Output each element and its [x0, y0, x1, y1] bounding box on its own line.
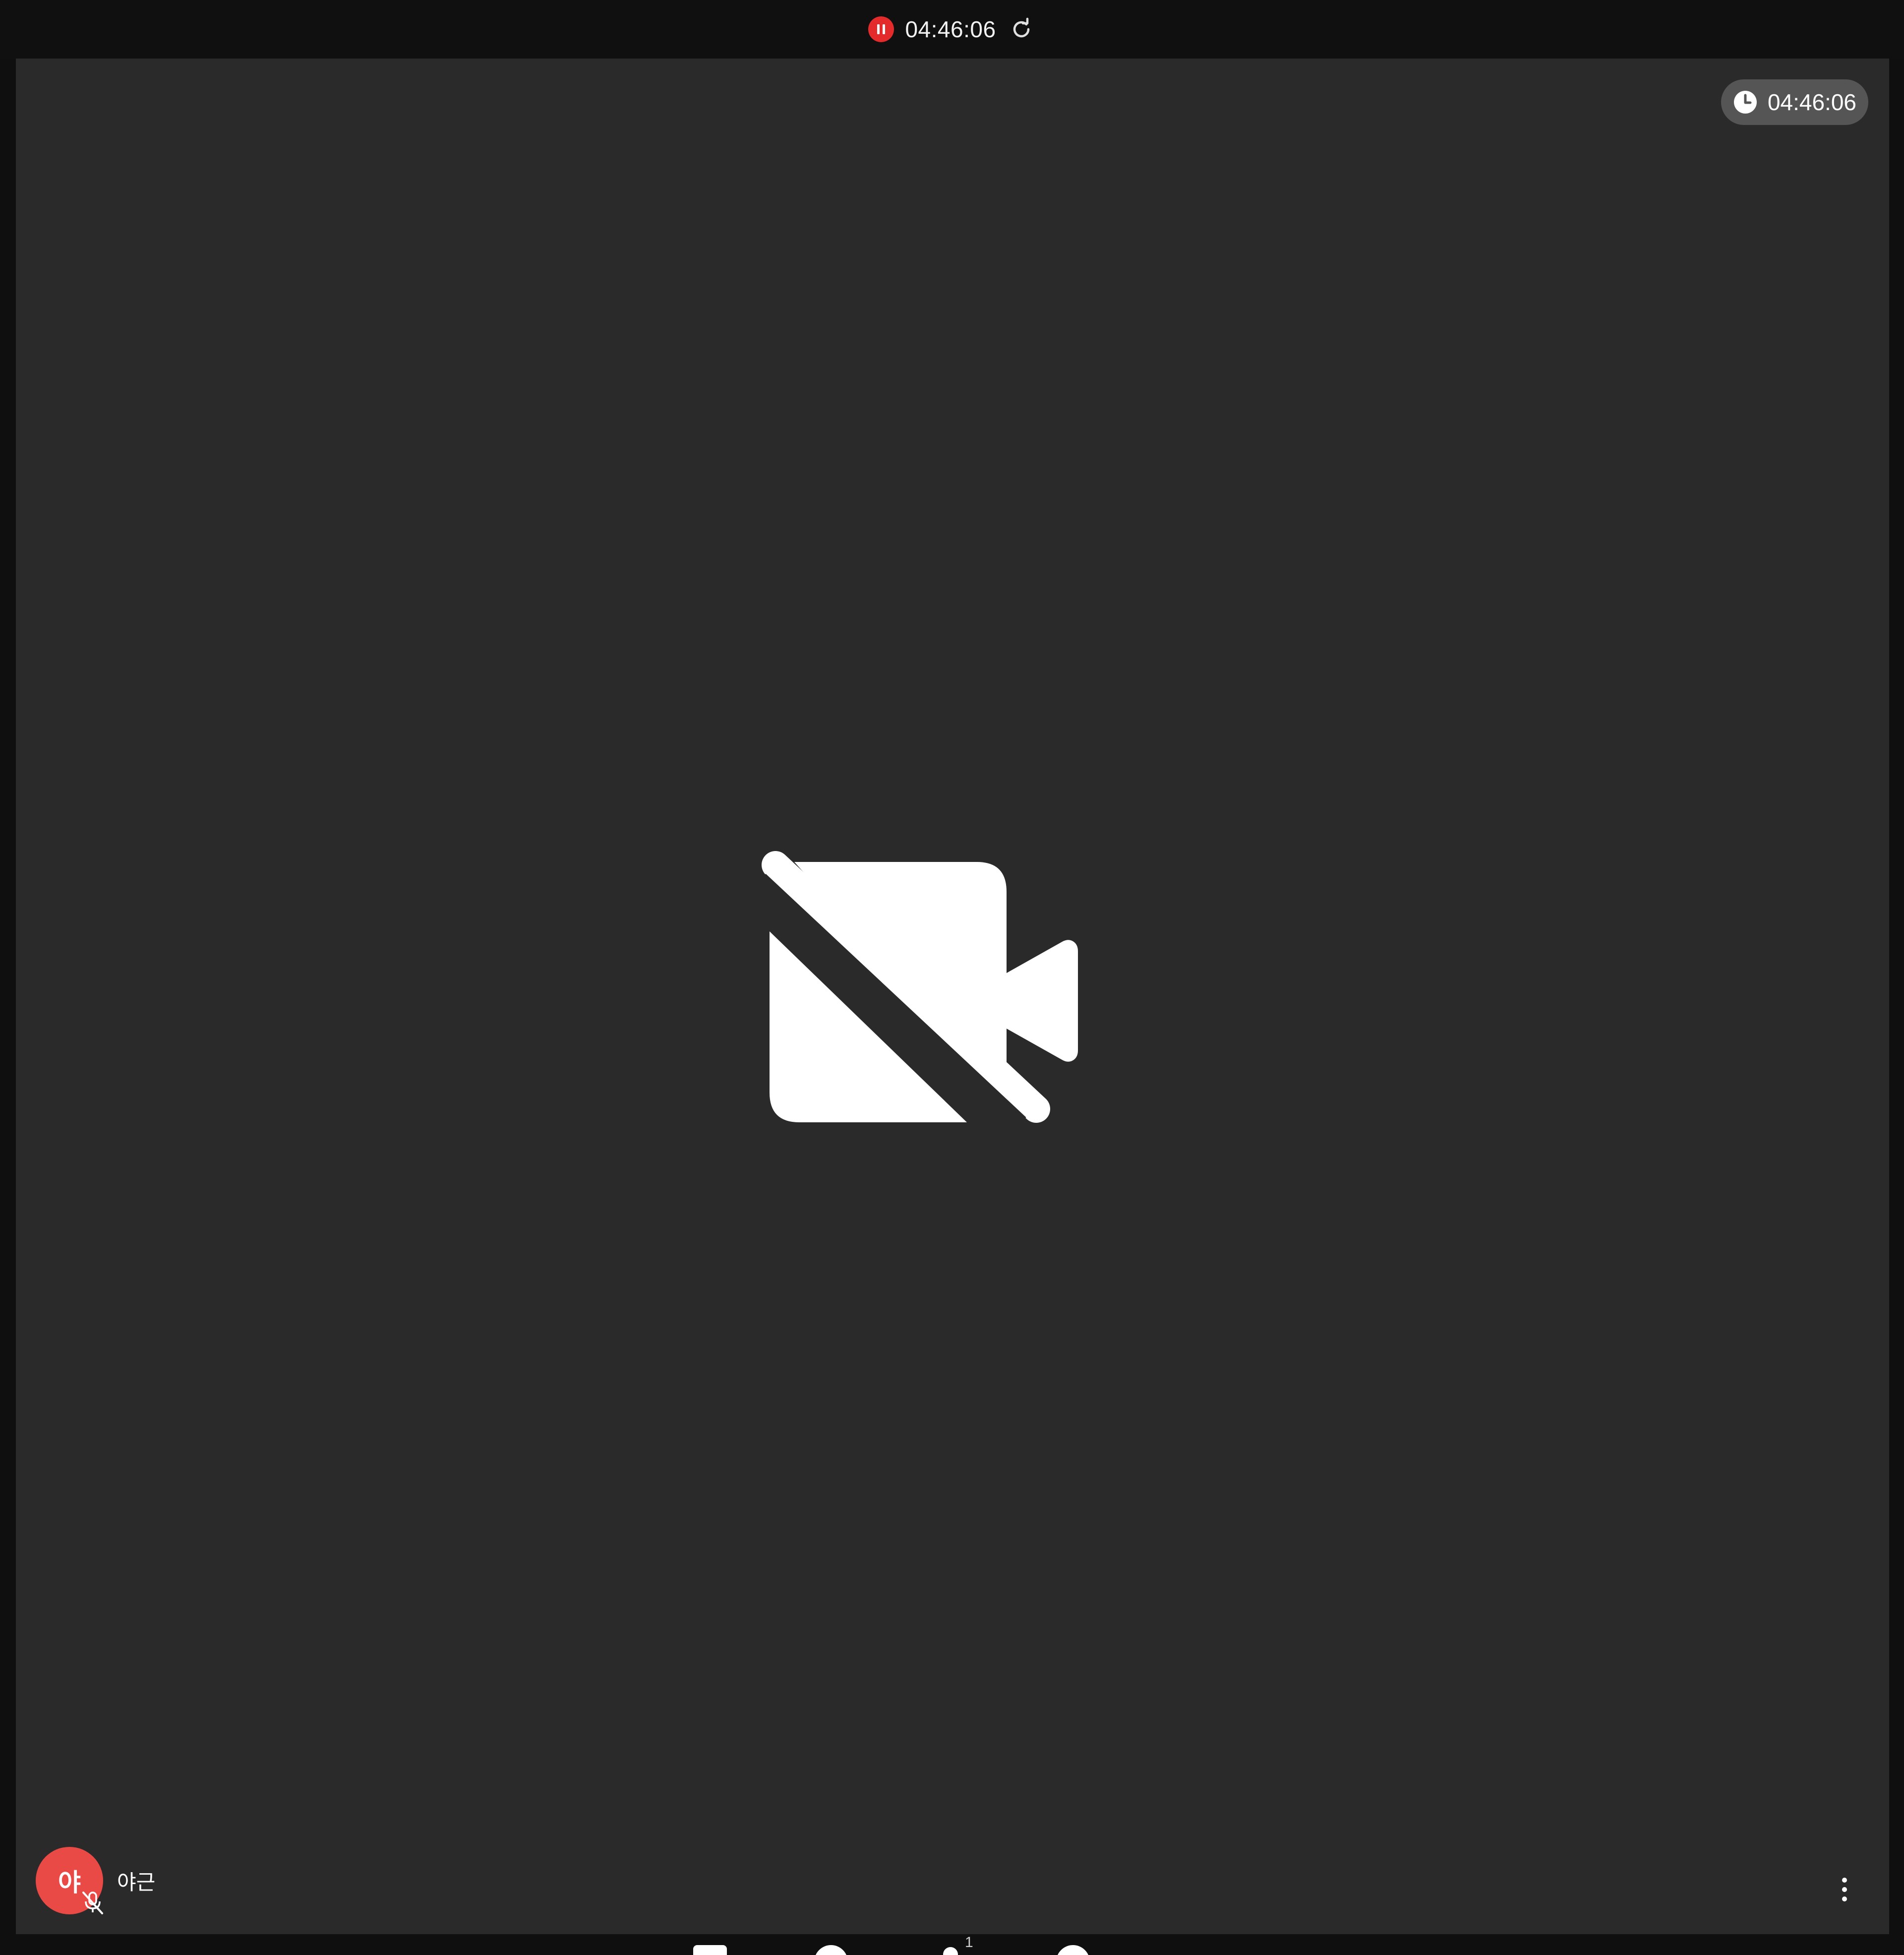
bottom-control-bar: 1 [0, 1934, 1904, 1955]
video-off-icon [758, 851, 1078, 1126]
top-bar: 04:46:06 [0, 0, 1904, 59]
participants-button[interactable] [943, 1947, 958, 1955]
avatar[interactable]: 야 [36, 1847, 103, 1914]
clock-icon [1733, 91, 1757, 114]
pause-icon [877, 24, 886, 34]
participant-name: 야근 [117, 1870, 156, 1894]
more-vertical-icon-dot [1842, 1878, 1847, 1883]
mic-off-icon [82, 1892, 103, 1914]
participant-label: 야 야근 [36, 1847, 155, 1914]
chat-button[interactable] [693, 1945, 727, 1955]
recording-pause-button[interactable] [868, 16, 894, 42]
more-vertical-icon-dot [1842, 1896, 1847, 1901]
video-stage: 04:46:06 야 야근 [16, 59, 1889, 1934]
more-options-button[interactable] [1830, 1870, 1859, 1909]
refresh-button[interactable] [1007, 15, 1036, 44]
more-vertical-icon-dot [1842, 1887, 1847, 1892]
recording-elapsed-time: 04:46:06 [905, 16, 996, 42]
refresh-icon [1013, 17, 1029, 38]
avatar-initial: 야 [58, 1869, 81, 1896]
meeting-timer-badge: 04:46:06 [1721, 79, 1868, 125]
control-button-4[interactable] [1056, 1945, 1090, 1955]
meeting-timer-text: 04:46:06 [1767, 89, 1856, 115]
control-button-2[interactable] [814, 1945, 848, 1955]
participants-count: 1 [965, 1934, 973, 1951]
